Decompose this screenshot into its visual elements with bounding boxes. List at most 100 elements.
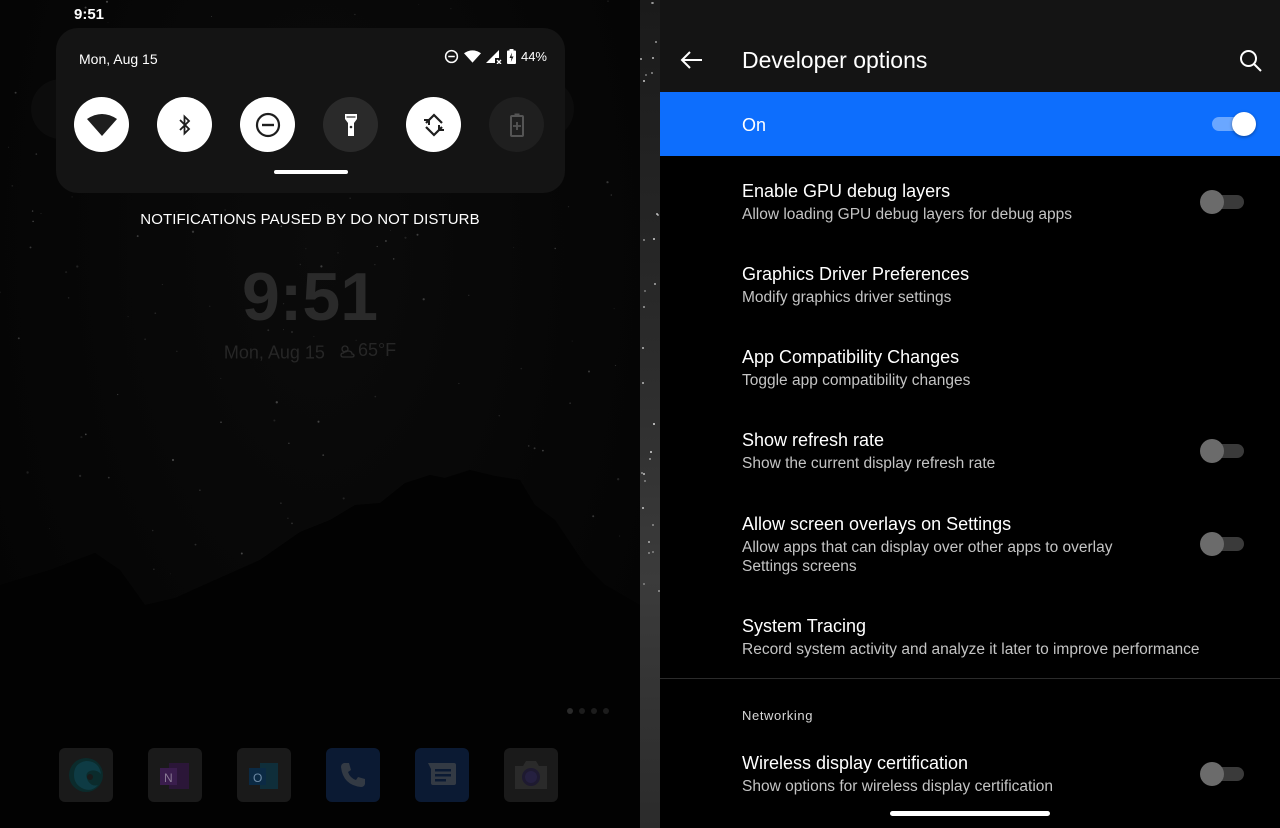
battery-percent: 44% [520,49,547,64]
star [520,367,523,370]
star [652,57,654,59]
edge-icon [69,758,103,792]
pref-summary: Modify graphics driver settings [742,289,952,306]
star [376,245,378,248]
developer-options-master-switch-row[interactable]: On [660,92,1280,156]
search-icon[interactable] [1238,48,1264,74]
outlook-icon: O [249,763,278,789]
dock-app-outlook[interactable]: O [237,748,291,802]
star [569,402,571,404]
master-switch-label: On [742,115,767,135]
pref-summary: Allow apps that can display over other a… [742,539,1113,575]
app-dock: N O [59,748,558,802]
battery-charging-icon [506,49,516,64]
page-dot[interactable] [579,708,585,714]
star [654,283,656,285]
star [191,230,195,233]
lock-screen-clock: 9:51 [241,259,379,335]
star [641,472,643,474]
phone-icon [341,763,365,787]
tile-auto-rotate[interactable] [406,97,461,152]
page-dot[interactable] [603,708,609,714]
star [643,583,645,585]
star [643,473,645,475]
wallpaper-edge-strip [640,0,660,828]
star [587,370,591,373]
partly-cloudy-icon [340,344,355,358]
page-dot[interactable] [591,708,597,714]
lock-screen: 9:51 Mon, Aug 15 44% NOTIFICATIONS PAUSE… [0,0,640,828]
star [354,13,356,16]
tile-bluetooth[interactable] [157,97,212,152]
settings-screen: Developer options On Enable GPU debug la… [660,0,1280,828]
star [17,337,20,340]
pref-title: Wireless display certification [742,753,969,773]
pref-title: App Compatibility Changes [742,347,960,367]
pref-title: Show refresh rate [742,430,885,450]
auto-rotate-icon [423,112,444,137]
pref-title: Graphics Driver Preferences [742,264,970,284]
battery-saver-icon [509,113,524,137]
dnd-icon [444,49,459,64]
star [648,541,650,543]
star [643,306,645,308]
star [107,21,109,23]
star [211,16,213,17]
wifi-icon [86,113,117,136]
star [450,8,452,10]
star [651,2,653,4]
star [71,196,73,198]
star [117,393,119,396]
star [384,239,387,243]
star [220,377,222,379]
dock-app-messages[interactable] [415,748,469,802]
tile-do-not-disturb[interactable] [240,97,295,152]
lock-screen-date-weather: Mon, Aug 15 65°F [0,340,620,364]
back-arrow-icon[interactable] [678,46,706,74]
tile-battery-saver[interactable] [489,97,544,152]
dock-app-edge[interactable] [59,748,113,802]
star [349,197,351,199]
star [652,551,654,553]
star [8,146,10,148]
dock-app-camera[interactable] [504,748,558,802]
star [136,235,139,238]
messages-icon [428,763,456,785]
weather-temp: 65°F [357,340,397,360]
star [645,74,647,76]
tile-flashlight[interactable] [323,97,378,152]
pref-title: Allow screen overlays on Settings [742,514,1012,534]
show-refresh-rate-toggle[interactable] [1200,439,1246,463]
wireless-display-cert-toggle[interactable] [1200,762,1246,786]
svg-text:O: O [253,771,262,785]
star [643,80,645,82]
star [610,194,613,196]
category-networking: Networking [742,708,814,723]
qs-expand-handle[interactable] [274,170,348,174]
star [498,415,500,417]
star [644,290,646,292]
tile-wifi[interactable] [74,97,129,152]
home-page-indicator [567,708,609,714]
star [513,246,515,248]
gesture-nav-handle[interactable] [890,811,1050,816]
screen-overlays-toggle[interactable] [1200,532,1246,556]
dock-app-phone[interactable] [326,748,380,802]
quick-settings-tiles [74,97,544,152]
flashlight-icon [344,113,357,136]
svg-text:N: N [164,771,173,785]
dock-app-onenote[interactable]: N [148,748,202,802]
star [640,58,642,60]
page-dot[interactable] [567,708,573,714]
status-icons: 44% [444,49,547,64]
gpu-debug-layers-toggle[interactable] [1200,190,1246,214]
star [655,41,657,43]
star [337,252,339,254]
qs-date[interactable]: Mon, Aug 15 [79,51,158,67]
onenote-icon: N [160,763,189,789]
master-toggle[interactable] [1208,112,1256,136]
star [607,0,609,2]
star [275,401,278,404]
star [614,364,617,367]
star [458,382,460,385]
